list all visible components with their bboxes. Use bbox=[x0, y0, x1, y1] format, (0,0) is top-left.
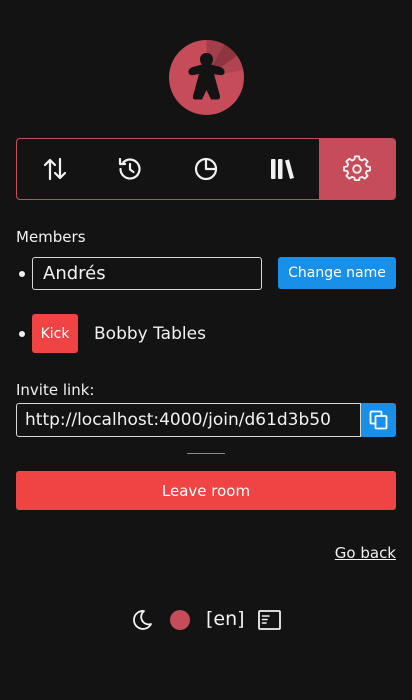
moon-icon[interactable] bbox=[131, 609, 153, 631]
pie-chart-icon bbox=[194, 157, 218, 181]
tab-history[interactable] bbox=[93, 139, 169, 199]
invite-link-field[interactable] bbox=[16, 403, 361, 437]
copy-icon bbox=[369, 410, 387, 430]
member-name: Bobby Tables bbox=[94, 324, 206, 344]
tab-settings[interactable] bbox=[319, 139, 395, 199]
leave-room-button[interactable]: Leave room bbox=[16, 471, 396, 510]
meeple-logo-icon bbox=[169, 40, 244, 115]
kick-button[interactable]: Kick bbox=[32, 314, 78, 353]
language-switch[interactable]: [en] bbox=[206, 608, 245, 630]
members-label: Members bbox=[16, 228, 86, 246]
layout-icon[interactable] bbox=[258, 610, 281, 630]
history-icon bbox=[119, 157, 141, 180]
room-tab-bar bbox=[16, 138, 396, 200]
name-input[interactable] bbox=[32, 257, 262, 290]
tab-sort[interactable] bbox=[17, 139, 93, 199]
tab-stats[interactable] bbox=[168, 139, 244, 199]
go-back-link[interactable]: Go back bbox=[335, 544, 396, 562]
sort-arrows-icon bbox=[43, 157, 66, 181]
room-settings-screen: Members Change name Kick Bobby Tables In… bbox=[0, 0, 412, 700]
list-bullet bbox=[19, 331, 25, 337]
tab-library[interactable] bbox=[244, 139, 320, 199]
gear-icon bbox=[343, 155, 372, 182]
change-name-button[interactable]: Change name bbox=[278, 257, 396, 289]
library-icon bbox=[270, 159, 294, 179]
copy-link-button[interactable] bbox=[361, 403, 396, 437]
list-bullet bbox=[19, 271, 25, 277]
color-dot-icon[interactable] bbox=[169, 609, 191, 631]
divider bbox=[187, 453, 225, 454]
invite-link-label: Invite link: bbox=[16, 381, 95, 399]
